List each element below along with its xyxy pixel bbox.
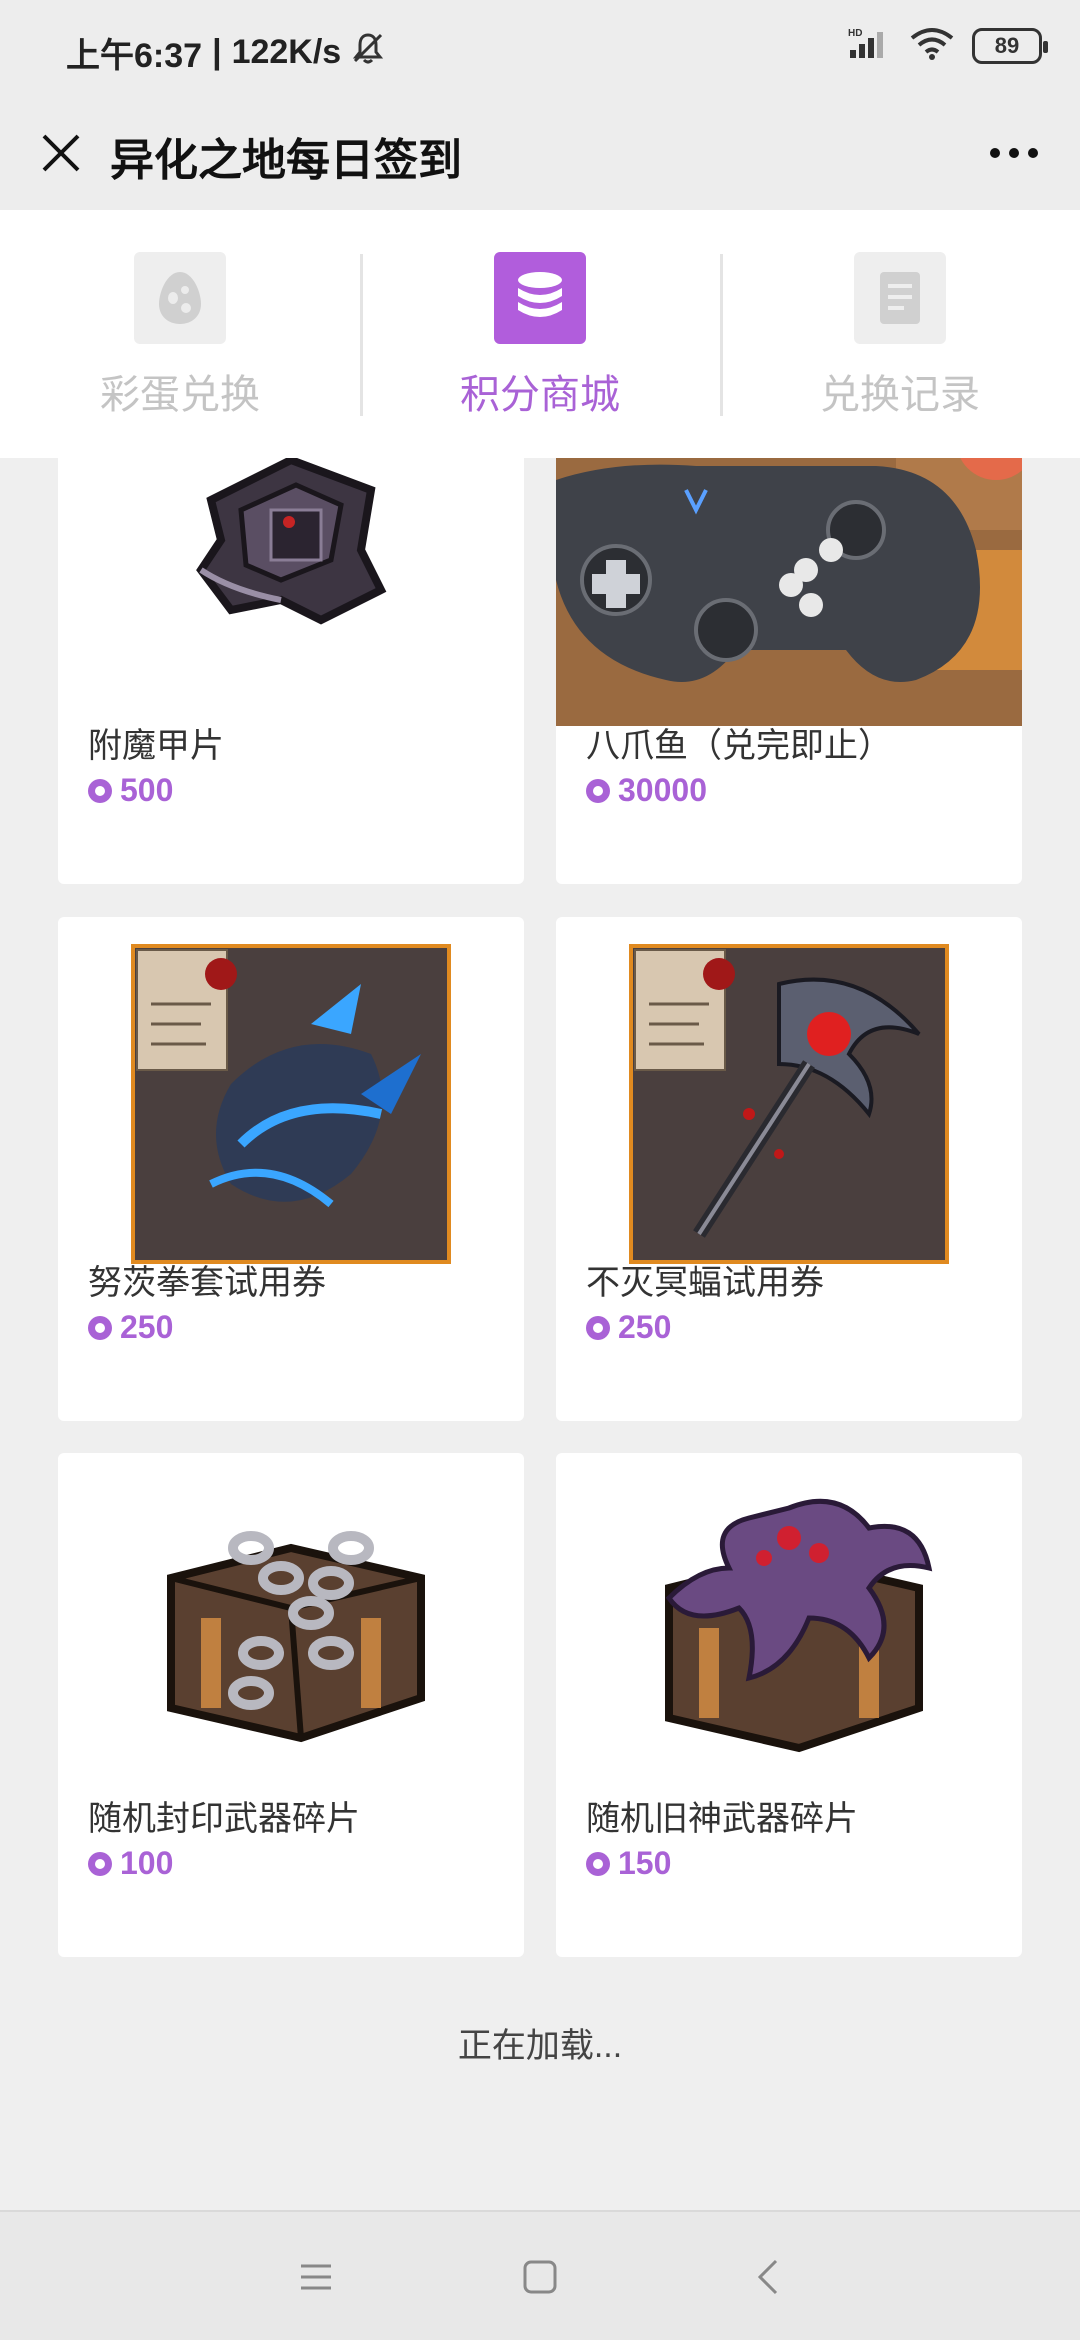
mute-icon bbox=[351, 31, 385, 74]
signal-icon: HD bbox=[848, 26, 892, 65]
points-icon bbox=[88, 778, 112, 803]
product-price: 250 bbox=[586, 1309, 671, 1346]
home-icon bbox=[523, 2260, 557, 2294]
back-icon bbox=[757, 2259, 778, 2295]
product-card[interactable]: 随机旧神武器碎片 150 bbox=[556, 1453, 1022, 1957]
menu-icon bbox=[301, 2264, 331, 2290]
product-price: 500 bbox=[88, 772, 173, 809]
gauntlet-coupon-image bbox=[58, 917, 524, 1264]
network-label: HD bbox=[848, 28, 862, 39]
points-icon bbox=[88, 1315, 112, 1340]
product-card[interactable]: 努茨拳套试用券 250 bbox=[58, 917, 524, 1421]
title-bar: 异化之地每日签到 bbox=[0, 96, 1080, 210]
tentacle-chest-image bbox=[556, 1453, 1022, 1763]
status-speed: 122K/s bbox=[231, 33, 342, 71]
battery-level: 89 bbox=[994, 32, 1020, 58]
status-divider: | bbox=[212, 33, 222, 71]
product-price: 150 bbox=[586, 1845, 671, 1882]
coins-stack-icon bbox=[494, 252, 586, 344]
menu-button[interactable] bbox=[286, 2252, 346, 2302]
product-price: 100 bbox=[88, 1845, 173, 1882]
price-value: 250 bbox=[618, 1309, 672, 1345]
loading-indicator: 正在加载... bbox=[457, 2027, 623, 2065]
more-icon-dot bbox=[1009, 148, 1019, 158]
status-right: HD 89 bbox=[848, 26, 1048, 65]
status-time: 上午6:37 bbox=[66, 37, 203, 75]
product-name: 随机旧神武器碎片 bbox=[586, 1800, 858, 1838]
points-icon bbox=[586, 778, 610, 803]
page-title: 异化之地每日签到 bbox=[110, 136, 462, 185]
tab-bar: 彩蛋兑换 积分商城 兑换记录 bbox=[0, 210, 1080, 458]
close-button[interactable] bbox=[26, 118, 96, 188]
wifi-icon bbox=[910, 26, 954, 65]
product-name: 随机封印武器碎片 bbox=[88, 1800, 360, 1838]
egg-icon bbox=[134, 252, 226, 344]
more-icon-dot bbox=[1028, 148, 1038, 158]
more-icon-dot bbox=[990, 148, 1000, 158]
armor-plate-image bbox=[58, 450, 524, 630]
product-name: 附魔甲片 bbox=[88, 727, 224, 765]
bat-axe-coupon-image bbox=[556, 917, 1022, 1264]
product-name: 努茨拳套试用券 bbox=[88, 1264, 326, 1302]
price-value: 100 bbox=[120, 1845, 174, 1881]
product-card[interactable]: 不灭冥蝠试用券 250 bbox=[556, 917, 1022, 1421]
back-button[interactable] bbox=[738, 2252, 798, 2302]
product-price: 30000 bbox=[586, 772, 707, 809]
tab-egg-exchange[interactable]: 彩蛋兑换 bbox=[0, 210, 360, 458]
status-bar: 上午6:37 | 122K/s HD 89 bbox=[0, 0, 1080, 96]
tab-label: 兑换记录 bbox=[820, 373, 980, 417]
product-name: 不灭冥蝠试用券 bbox=[586, 1264, 824, 1302]
product-card[interactable]: 随机封印武器碎片 100 bbox=[58, 1453, 524, 1957]
tab-points-mall[interactable]: 积分商城 bbox=[360, 210, 720, 458]
price-value: 30000 bbox=[618, 772, 707, 808]
product-price: 250 bbox=[88, 1309, 173, 1346]
tab-label: 积分商城 bbox=[460, 373, 620, 417]
more-button[interactable] bbox=[974, 118, 1054, 188]
tab-label: 彩蛋兑换 bbox=[100, 373, 260, 417]
points-icon bbox=[586, 1851, 610, 1876]
price-value: 150 bbox=[618, 1845, 672, 1881]
points-icon bbox=[88, 1851, 112, 1876]
system-nav-bar bbox=[0, 2210, 1080, 2340]
price-value: 500 bbox=[120, 772, 174, 808]
home-button[interactable] bbox=[510, 2252, 570, 2302]
points-icon bbox=[586, 1315, 610, 1340]
battery-icon: 89 bbox=[972, 27, 1048, 64]
price-value: 250 bbox=[120, 1309, 174, 1345]
close-icon bbox=[42, 134, 80, 172]
tab-exchange-record[interactable]: 兑换记录 bbox=[720, 210, 1080, 458]
product-name: 八爪鱼（兑完即止） bbox=[586, 727, 892, 765]
document-icon bbox=[854, 252, 946, 344]
chained-chest-image bbox=[58, 1453, 524, 1763]
status-left: 上午6:37 | 122K/s bbox=[66, 28, 385, 77]
